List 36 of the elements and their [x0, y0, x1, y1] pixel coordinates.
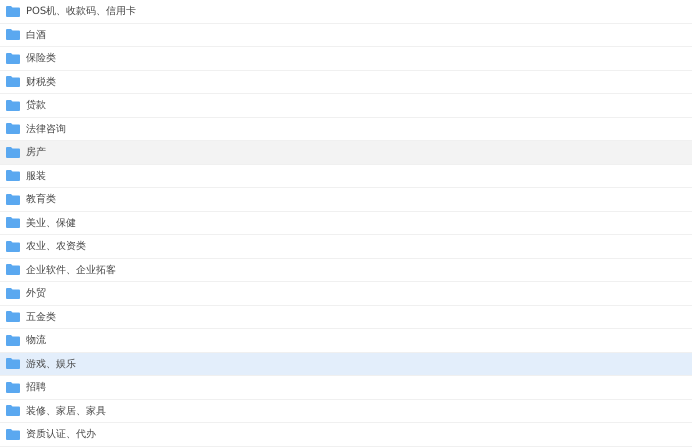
folder-row[interactable]: 资质认证、代办: [0, 423, 692, 446]
folder-row[interactable]: 贷款: [0, 94, 692, 118]
folder-row[interactable]: 保险类: [0, 47, 692, 70]
folder-icon: [6, 76, 20, 88]
folder-icon: [6, 382, 20, 393]
folder-row[interactable]: 美业、保健: [0, 212, 692, 235]
folder-row[interactable]: 五金类: [0, 306, 692, 329]
folder-row[interactable]: 房产: [0, 141, 692, 164]
folder-row[interactable]: 招聘: [0, 376, 692, 400]
folder-row[interactable]: 装修、家居、家具: [0, 400, 692, 423]
folder-icon: [6, 194, 20, 205]
folder-icon: [6, 405, 20, 416]
folder-row[interactable]: 游戏、娱乐: [0, 352, 692, 376]
folder-icon: [6, 264, 20, 276]
folder-icon: [6, 170, 20, 182]
folder-icon: [6, 146, 20, 158]
folder-icon: [6, 288, 20, 299]
folder-icon: [6, 6, 20, 17]
folder-icon: [6, 311, 20, 322]
folder-row[interactable]: 白酒: [0, 24, 692, 47]
folder-row[interactable]: 农业、农资类: [0, 235, 692, 258]
folder-row[interactable]: 教育类: [0, 188, 692, 212]
folder-icon: [6, 358, 20, 370]
folder-icon: [6, 217, 20, 228]
folder-row[interactable]: 企业软件、企业拓客: [0, 258, 692, 282]
folder-row[interactable]: 服装: [0, 164, 692, 188]
folder-icon: [6, 240, 20, 252]
folder-icon: [6, 29, 20, 40]
folder-row[interactable]: 财税类: [0, 70, 692, 94]
folder-row[interactable]: 外贸: [0, 282, 692, 306]
folder-icon: [6, 100, 20, 111]
folder-icon: [6, 334, 20, 346]
folder-icon: [6, 52, 20, 64]
folder-icon: [6, 123, 20, 134]
folder-icon: [6, 428, 20, 440]
folder-row[interactable]: POS机、收款码、信用卡: [0, 0, 692, 24]
